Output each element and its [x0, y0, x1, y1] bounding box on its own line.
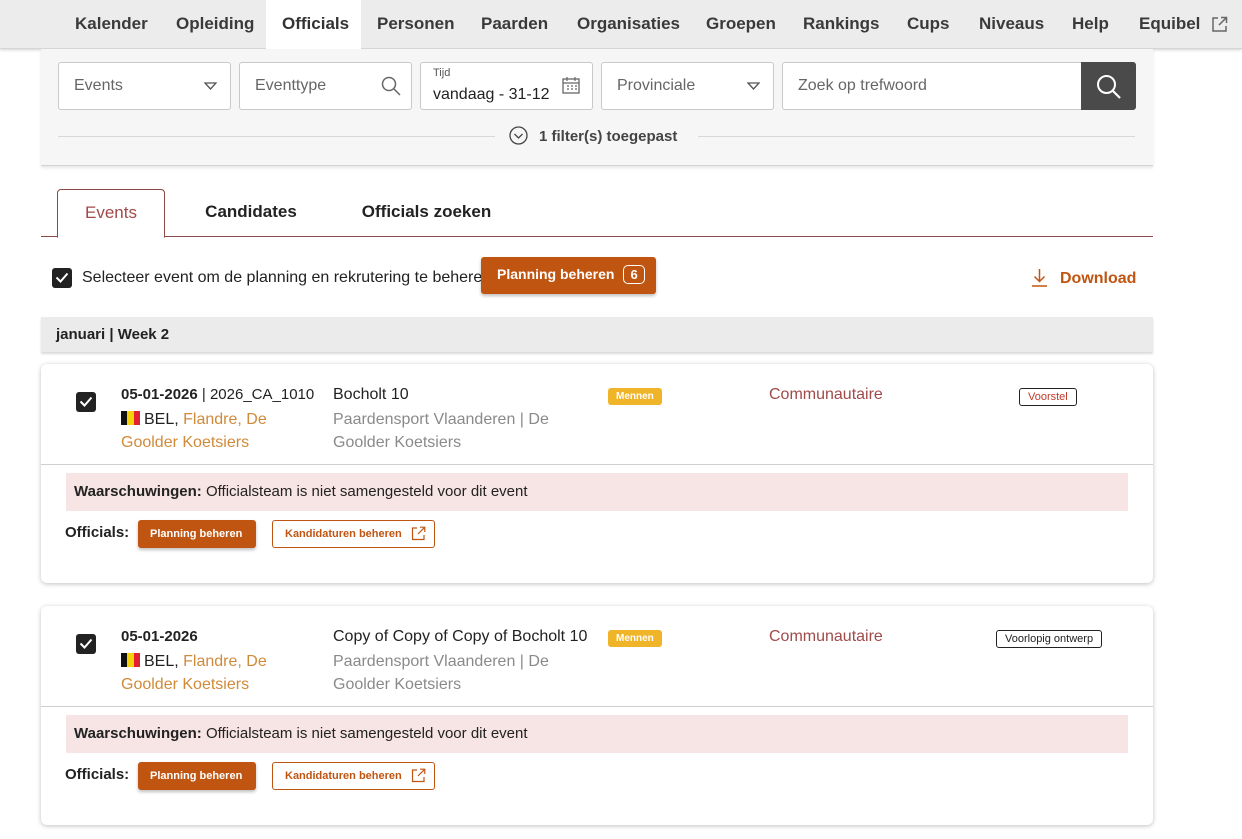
warning-label: Waarschuwingen:: [74, 725, 202, 742]
nav-item-kalender[interactable]: Kalender: [75, 0, 148, 49]
nav-item-officials[interactable]: Officials: [266, 0, 361, 50]
kandidaturen-beheren-label: Kandidaturen beheren: [285, 770, 402, 782]
external-link-icon: [411, 526, 426, 541]
divider: [698, 136, 1135, 137]
belgium-flag-icon: [121, 409, 140, 425]
tijd-value: vandaag - 31-12: [433, 86, 550, 103]
event-club-link[interactable]: Flandre, De Goolder Koetsiers: [121, 411, 267, 451]
keyword-placeholder: Zoek op trefwoord: [798, 77, 927, 94]
officials-label: Officials:: [65, 766, 130, 783]
nav-item-paarden[interactable]: Paarden: [481, 0, 548, 49]
nav-item-equibel[interactable]: Equibel: [1139, 0, 1228, 49]
event-date: 05-01-2026: [121, 628, 198, 645]
checkmark-icon: [55, 272, 69, 283]
external-link-icon: [1212, 16, 1228, 32]
nav-item-organisaties[interactable]: Organisaties: [577, 0, 680, 49]
status-badge: Voorstel: [1019, 388, 1077, 406]
nav-item-niveaus[interactable]: Niveaus: [979, 0, 1044, 49]
nav-item-rankings[interactable]: Rankings: [803, 0, 880, 49]
filters-applied-label: 1 filter(s) toegepast: [539, 128, 678, 145]
discipline-badge: Mennen: [608, 630, 662, 647]
checkmark-icon: [79, 396, 93, 407]
event-checkbox[interactable]: [76, 634, 96, 654]
warning-label: Waarschuwingen:: [74, 483, 202, 500]
eventtype-placeholder: Eventtype: [255, 77, 327, 94]
nav-item-help[interactable]: Help: [1072, 0, 1109, 49]
discipline-badge: Mennen: [608, 388, 662, 405]
divider: [58, 136, 495, 137]
selected-count-badge: 6: [623, 265, 645, 284]
nav-item-cups[interactable]: Cups: [907, 0, 950, 49]
checkmark-icon: [79, 638, 93, 649]
event-title[interactable]: Bocholt 10: [333, 386, 409, 404]
event-checkbox[interactable]: [76, 392, 96, 412]
event-date-code: 05-01-2026 | 2026_CA_1010: [121, 386, 315, 403]
region-select[interactable]: Provinciale: [601, 62, 774, 110]
chevron-down-icon: [204, 82, 217, 90]
kandidaturen-beheren-button[interactable]: Kandidaturen beheren: [272, 762, 435, 790]
warning-text: Officialsteam is niet samengesteld voor …: [205, 725, 528, 742]
status-badge: Voorlopig ontwerp: [996, 630, 1103, 648]
search-button[interactable]: [1081, 62, 1136, 110]
tab-events[interactable]: Events: [57, 189, 165, 238]
eventtype-input[interactable]: Eventtype: [239, 62, 412, 110]
kandidaturen-beheren-button[interactable]: Kandidaturen beheren: [272, 520, 435, 548]
top-navigation: Kalender Opleiding Officials Personen Pa…: [0, 0, 1242, 50]
event-card: 05-01-2026 | 2026_CA_1010 BEL, Flandre, …: [41, 364, 1153, 583]
event-location: BEL, Flandre, De Goolder Koetsiers: [121, 651, 267, 693]
events-select[interactable]: Events: [58, 62, 231, 110]
event-date: 05-01-2026: [121, 386, 198, 403]
warning-text: Officialsteam is niet samengesteld voor …: [205, 483, 528, 500]
week-header: januari | Week 2: [41, 317, 1153, 352]
divider: [41, 464, 1153, 465]
week-header-label: januari | Week 2: [56, 326, 170, 343]
nav-item-equibel-label: Equibel: [1139, 14, 1201, 33]
belgium-flag-icon: [121, 651, 140, 667]
event-country: BEL: [144, 653, 175, 670]
tijd-label: Tijd: [433, 67, 451, 79]
chevron-circle-down-icon: [509, 126, 528, 145]
keyword-search-input[interactable]: Zoek op trefwoord: [782, 62, 1082, 110]
warning-banner: Waarschuwingen: Officialsteam is niet sa…: [66, 473, 1128, 511]
calendar-icon: [562, 77, 580, 94]
officials-label: Officials:: [65, 524, 130, 541]
download-label: Download: [1060, 270, 1137, 287]
chevron-down-icon: [747, 82, 760, 90]
warning-banner: Waarschuwingen: Officialsteam is niet sa…: [66, 715, 1128, 753]
tab-candidates[interactable]: Candidates: [191, 189, 311, 237]
region-select-value: Provinciale: [617, 77, 696, 94]
select-events-label: Selecteer event om de planning en rekrut…: [82, 269, 492, 286]
nav-item-groepen[interactable]: Groepen: [706, 0, 776, 49]
tijd-date-field[interactable]: Tijd vandaag - 31-12: [420, 62, 593, 110]
divider: [41, 706, 1153, 707]
event-location: BEL, Flandre, De Goolder Koetsiers: [121, 409, 267, 451]
search-icon: [381, 76, 401, 96]
event-country: BEL: [144, 411, 175, 428]
event-organisation: Paardensport Vlaanderen | De Goolder Koe…: [333, 411, 549, 451]
planning-beheren-button[interactable]: Planning beheren: [138, 520, 256, 548]
event-level: Communautaire: [769, 628, 883, 645]
events-select-value: Events: [74, 77, 123, 94]
search-icon: [1097, 75, 1121, 99]
filter-panel: Events Eventtype Tijd vandaag - 31-12 Pr…: [41, 49, 1153, 166]
nav-item-personen[interactable]: Personen: [377, 0, 454, 49]
kandidaturen-beheren-label: Kandidaturen beheren: [285, 528, 402, 540]
event-club-link[interactable]: Flandre, De Goolder Koetsiers: [121, 653, 267, 693]
planning-beheren-button[interactable]: Planning beheren: [138, 762, 256, 790]
event-code: 2026_CA_1010: [209, 386, 315, 403]
nav-item-opleiding[interactable]: Opleiding: [176, 0, 254, 49]
download-icon: [1032, 269, 1047, 287]
tab-bar: Events Candidates Officials zoeken: [41, 189, 1153, 238]
tab-officials-zoeken[interactable]: Officials zoeken: [349, 189, 504, 237]
event-organisation: Paardensport Vlaanderen | De Goolder Koe…: [333, 653, 549, 693]
event-title[interactable]: Copy of Copy of Copy of Bocholt 10: [333, 628, 587, 646]
event-date-code: 05-01-2026: [121, 628, 198, 645]
external-link-icon: [411, 768, 426, 783]
planning-beheren-label: Planning beheren: [497, 266, 615, 282]
event-card: 05-01-2026 BEL, Flandre, De Goolder Koet…: [41, 606, 1153, 825]
event-level: Communautaire: [769, 386, 883, 403]
planning-beheren-button[interactable]: Planning beheren 6: [481, 257, 656, 294]
select-all-checkbox[interactable]: [52, 268, 72, 288]
